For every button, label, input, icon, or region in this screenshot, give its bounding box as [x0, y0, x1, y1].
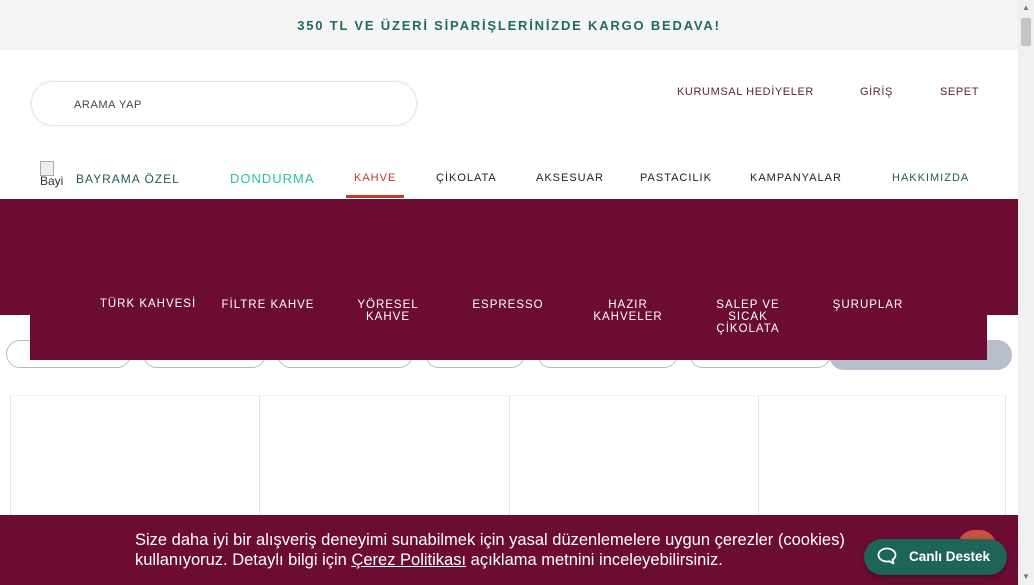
submenu-item-suruplar[interactable]: ŞURUPLAR: [813, 299, 923, 311]
submenu-item-espresso[interactable]: ESPRESSO: [453, 299, 563, 311]
cookie-policy-link[interactable]: Çerez Politikası: [351, 551, 466, 569]
nav-item-kampanyalar[interactable]: KAMPANYALAR: [750, 172, 842, 184]
announcement-bar: 350 TL VE ÜZERİ SİPARİŞLERİNİZDE KARGO B…: [0, 0, 1018, 50]
vertical-scrollbar[interactable]: ▲ ▼: [1018, 0, 1034, 585]
nav-item-pastacilik[interactable]: PASTACILIK: [640, 172, 712, 184]
product-grid: [10, 395, 1006, 521]
submenu-item-hazir-kahveler[interactable]: HAZIR KAHVELER: [573, 299, 683, 323]
cookie-line-2: kullanıyoruz. Detaylı bilgi için Çerez P…: [135, 550, 935, 570]
scroll-up-icon[interactable]: ▲: [1018, 0, 1034, 16]
product-card[interactable]: [10, 396, 11, 521]
live-support-label: Canlı Destek: [909, 549, 991, 564]
cookie-line-1: Size daha iyi bir alışveriş deneyimi sun…: [135, 531, 845, 549]
scroll-down-icon[interactable]: ▼: [1018, 569, 1034, 585]
submenu-label: SALEP VE: [716, 299, 780, 311]
search-input[interactable]: [72, 94, 396, 116]
logo-alt-text: Bayi: [40, 174, 64, 188]
product-card[interactable]: [259, 396, 260, 521]
cookie-text-part: açıklama metnini inceleyebilirsiniz.: [466, 551, 723, 569]
nav-item-hakkimizda[interactable]: HAKKIMIZDA: [892, 172, 969, 184]
cart-link[interactable]: SEPET: [940, 86, 979, 98]
submenu-label: HAZIR: [608, 299, 648, 311]
submenu-label: ŞURUPLAR: [832, 299, 904, 311]
corporate-gifts-link[interactable]: KURUMSAL HEDİYELER: [677, 86, 814, 98]
announcement-text: 350 TL VE ÜZERİ SİPARİŞLERİNİZDE KARGO B…: [297, 17, 721, 33]
logo[interactable]: Bayi: [40, 161, 67, 189]
chat-bubble-icon: [877, 547, 897, 565]
cookie-text: Size daha iyi bir alışveriş deneyimi sun…: [135, 530, 935, 570]
kahve-submenu: TÜRK KAHVESİ FİLTRE KAHVE YÖRESEL KAHVE …: [30, 199, 987, 360]
submenu-item-turk-kahvesi[interactable]: TÜRK KAHVESİ: [93, 298, 203, 310]
submenu-label: KAHVE: [366, 311, 410, 323]
submenu-item-salep-sicak-cikolata[interactable]: SALEP VE SICAK ÇİKOLATA: [693, 299, 803, 335]
submenu-label: YÖRESEL: [357, 299, 419, 311]
submenu-band-right: [987, 199, 1018, 315]
login-link[interactable]: GİRİŞ: [860, 86, 893, 98]
active-nav-indicator: [346, 195, 404, 198]
product-card[interactable]: [509, 396, 510, 521]
submenu-item-yoresel-kahve[interactable]: YÖRESEL KAHVE: [333, 299, 443, 323]
submenu-item-filtre-kahve[interactable]: FİLTRE KAHVE: [213, 299, 323, 311]
submenu-label: TÜRK KAHVESİ: [99, 298, 197, 310]
submenu-label: ESPRESSO: [472, 299, 544, 311]
submenu-label: ÇİKOLATA: [716, 323, 780, 335]
live-support-button[interactable]: Canlı Destek: [864, 539, 1007, 575]
submenu-label: FİLTRE KAHVE: [221, 299, 315, 311]
grid-divider: [1005, 396, 1006, 521]
product-card[interactable]: [758, 396, 759, 521]
submenu-label: SICAK: [728, 311, 768, 323]
nav-item-aksesuar[interactable]: AKSESUAR: [536, 172, 604, 184]
submenu-band-left: [0, 199, 30, 315]
cookie-text-part: kullanıyoruz. Detaylı bilgi için: [135, 551, 352, 569]
search-box[interactable]: [31, 81, 417, 126]
nav-item-kahve[interactable]: KAHVE: [354, 172, 396, 184]
scrollbar-thumb[interactable]: [1021, 18, 1031, 46]
submenu-label: KAHVELER: [593, 311, 663, 323]
nav-item-dondurma[interactable]: DONDURMA: [230, 171, 315, 186]
nav-item-cikolata[interactable]: ÇİKOLATA: [436, 172, 497, 184]
nav-item-bayram[interactable]: BAYRAMA ÖZEL: [76, 172, 180, 186]
